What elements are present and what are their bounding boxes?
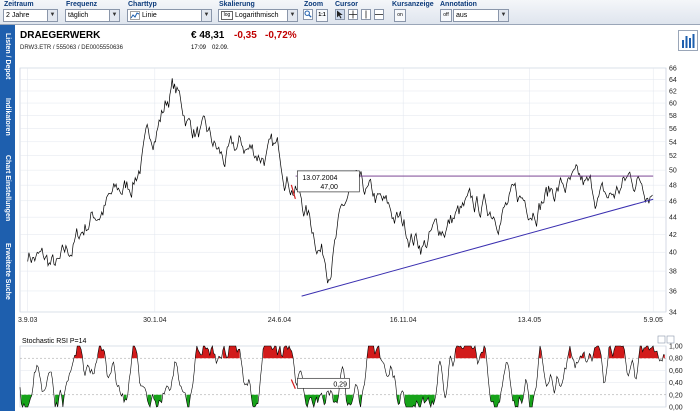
annotation-value: 47,00 <box>320 184 338 191</box>
rsi-annotation-value: 0,29 <box>333 381 347 388</box>
stock-name: DRAEGERWERK <box>20 30 101 41</box>
skalierung-label: Skalierung <box>219 1 255 8</box>
crosshair-icon[interactable] <box>348 9 358 20</box>
zeitraum-value: 2 Jahre <box>6 12 30 19</box>
app-root: Zeitraum 2 Jahre ▼ Frequenz täglich ▼ Ch… <box>0 0 700 411</box>
rsi-y-tick-label: 0,80 <box>669 356 683 363</box>
cursor-group: Cursor <box>335 1 358 8</box>
horizontal-line-icon[interactable] <box>374 9 384 20</box>
y-tick-label: 34 <box>669 310 677 317</box>
line-chart-icon <box>130 11 140 20</box>
charttyp-select[interactable]: Linie ▼ <box>127 9 212 22</box>
charttyp-value: Linie <box>142 12 157 19</box>
y-tick-label: 66 <box>669 66 677 73</box>
chevron-down-icon: ▼ <box>47 10 57 21</box>
y-tick-label: 36 <box>669 288 677 295</box>
last-price: € 48,31 <box>191 30 225 41</box>
skalierung-value: Logarithmisch <box>235 12 279 19</box>
price-chart[interactable]: 34 36 38 40 42 44 46 48 50 52 54 56 58 60 62 64 66 3.9.03… <box>16 60 700 328</box>
y-tick-label: 38 <box>669 269 677 276</box>
y-tick-label: 44 <box>669 215 677 222</box>
chevron-down-icon: ▼ <box>201 10 211 21</box>
quote-time: 17:09 <box>191 45 207 51</box>
sidebar-item-chart-einstellungen[interactable]: Chart Einstellungen <box>0 155 15 221</box>
annotation-toggle[interactable]: off <box>440 9 452 22</box>
rsi-y-tick-label: 0,40 <box>669 380 683 387</box>
charttyp-label: Charttyp <box>128 1 157 8</box>
change-absolute: -0,35 <box>234 30 257 41</box>
y-tick-label: 58 <box>669 113 677 120</box>
y-tick-label: 62 <box>669 88 677 95</box>
quote-header: DRAEGERWERK DRW3.ETR / 555063 / DE000555… <box>16 28 700 56</box>
quote-date: 02.09. <box>212 45 229 51</box>
sidebar-item-indikatoren[interactable]: Indikatoren <box>0 98 15 136</box>
bar-chart-icon[interactable] <box>678 30 698 51</box>
x-tick-label: 30.1.04 <box>143 317 166 324</box>
frequenz-value: täglich <box>68 12 89 19</box>
skalierung-group: Skalierung <box>219 1 255 8</box>
sidebar-item-listen-depot[interactable]: Listen / Depot <box>0 33 15 79</box>
y-tick-label: 64 <box>669 77 677 84</box>
rsi-title: Stochastic RSI P=14 <box>22 338 87 345</box>
chevron-down-icon: ▼ <box>109 10 119 21</box>
zoom-label: Zoom <box>304 1 324 8</box>
frequenz-group: Frequenz <box>66 1 97 8</box>
annotation-label: Annotation <box>440 1 477 8</box>
sidebar: Listen / Depot Indikatoren Chart Einstel… <box>0 25 15 411</box>
frequenz-select[interactable]: täglich ▼ <box>65 9 120 22</box>
y-tick-label: 56 <box>669 126 677 133</box>
rsi-y-tick-label: 0,60 <box>669 368 683 375</box>
zeitraum-group: Zeitraum <box>4 1 34 8</box>
kursanzeige-toggle[interactable]: on <box>394 9 406 22</box>
annotation-date: 13.07.2004 <box>302 175 337 182</box>
zeitraum-select[interactable]: 2 Jahre ▼ <box>3 9 58 22</box>
annotation-select[interactable]: aus ▼ <box>453 9 509 22</box>
rsi-y-tick-label: 0,20 <box>669 392 683 399</box>
y-tick-label: 54 <box>669 139 677 146</box>
annotation-group: Annotation <box>440 1 477 8</box>
sidebar-item-erweiterte-suche[interactable]: Erweiterte Suche <box>0 243 15 300</box>
chevron-down-icon: ▼ <box>498 10 508 21</box>
x-tick-label: 3.9.03 <box>18 317 38 324</box>
vertical-line-icon[interactable] <box>361 9 371 20</box>
x-tick-label: 24.6.04 <box>268 317 291 324</box>
y-tick-label: 46 <box>669 198 677 205</box>
toolbar: Zeitraum 2 Jahre ▼ Frequenz täglich ▼ Ch… <box>0 0 700 25</box>
x-tick-label: 13.4.05 <box>518 317 541 324</box>
x-tick-label: 5.9.05 <box>643 317 663 324</box>
rsi-y-tick-label: 0,00 <box>669 405 683 411</box>
y-tick-label: 42 <box>669 232 677 239</box>
y-tick-label: 40 <box>669 250 677 257</box>
change-percent: -0,72% <box>265 30 297 41</box>
zoom-reset-button[interactable]: 1:1 <box>316 9 328 22</box>
annotation-value: aus <box>456 12 468 19</box>
y-tick-label: 52 <box>669 153 677 160</box>
panel-close-icon <box>666 335 675 344</box>
rsi-y-tick-label: 1,00 <box>669 344 683 351</box>
stock-identifiers: DRW3.ETR / 555063 / DE0005550636 <box>20 45 123 51</box>
y-tick-label: 48 <box>669 183 677 190</box>
chevron-down-icon: ▼ <box>287 10 297 21</box>
stochastic-rsi-chart[interactable]: Stochastic RSI P=14 0,00 0,20 0,40 0,60 0,80 1… <box>16 334 700 411</box>
zeitraum-label: Zeitraum <box>4 1 34 8</box>
y-tick-label: 50 <box>669 168 677 175</box>
zoom-group: Zoom <box>304 1 323 8</box>
panel-expand-icon <box>657 335 666 344</box>
kursanzeige-group: Kursanzeige <box>392 1 434 8</box>
frequenz-label: Frequenz <box>66 1 98 8</box>
magnifier-icon[interactable] <box>303 9 313 20</box>
skalierung-select[interactable]: log Logarithmisch ▼ <box>218 9 298 22</box>
cursor-label: Cursor <box>335 1 358 8</box>
log-badge: log <box>221 11 233 20</box>
x-tick-label: 16.11.04 <box>390 317 417 324</box>
charttyp-group: Charttyp <box>128 1 157 8</box>
arrow-cursor-icon[interactable] <box>335 9 345 20</box>
y-tick-label: 60 <box>669 101 677 108</box>
kursanzeige-label: Kursanzeige <box>392 1 434 8</box>
